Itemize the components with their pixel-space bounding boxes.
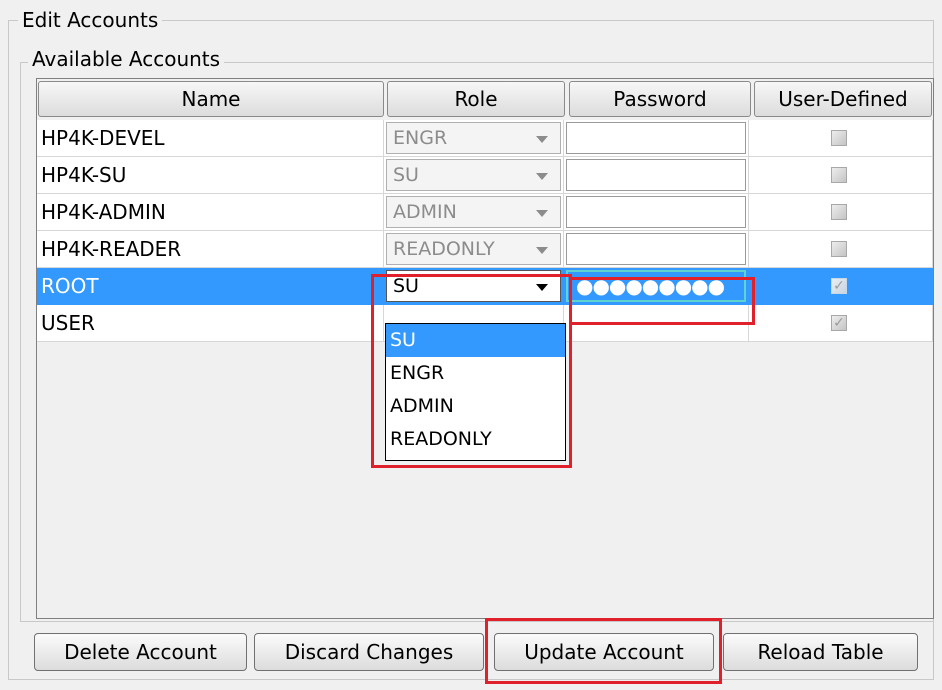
dropdown-arrow-icon	[536, 284, 548, 291]
role-dropdown-list: SU ENGR ADMIN READONLY	[385, 323, 566, 461]
user-defined-checkbox[interactable]: ✓	[831, 315, 847, 331]
update-account-button[interactable]: Update Account	[494, 633, 714, 671]
dropdown-arrow-icon	[536, 210, 548, 217]
account-name-cell[interactable]: ROOT	[37, 268, 384, 305]
password-field[interactable]	[566, 307, 746, 339]
role-option-engr[interactable]: ENGR	[386, 357, 565, 390]
role-combobox[interactable]: ADMIN	[386, 196, 561, 228]
table-row[interactable]: HP4K-SU SU	[37, 157, 933, 194]
table-row-selected[interactable]: ROOT SU ●●●●●●●●● ✓	[37, 268, 933, 305]
account-name-cell[interactable]: HP4K-READER	[37, 231, 384, 268]
dropdown-arrow-icon	[536, 136, 548, 143]
column-header-password[interactable]: Password	[569, 81, 751, 117]
role-combobox[interactable]: SU	[386, 159, 561, 191]
role-value: READONLY	[393, 238, 495, 260]
account-name-cell[interactable]: HP4K-SU	[37, 157, 384, 194]
role-value: ENGR	[393, 127, 448, 149]
role-option-admin[interactable]: ADMIN	[386, 390, 565, 423]
user-defined-checkbox[interactable]	[831, 167, 847, 183]
column-header-user-defined[interactable]: User-Defined	[754, 81, 932, 117]
user-defined-checkbox[interactable]	[831, 241, 847, 257]
column-header-role[interactable]: Role	[387, 81, 565, 117]
password-field[interactable]	[566, 159, 746, 191]
column-header-name[interactable]: Name	[38, 81, 384, 117]
password-field[interactable]	[566, 233, 746, 265]
role-option-su[interactable]: SU	[386, 324, 565, 357]
role-combobox[interactable]: READONLY	[386, 233, 561, 265]
user-defined-checkbox[interactable]: ✓	[831, 278, 847, 294]
role-combobox[interactable]: SU	[386, 270, 561, 302]
account-name-cell[interactable]: HP4K-ADMIN	[37, 194, 384, 231]
role-value: SU	[393, 275, 419, 297]
delete-account-button[interactable]: Delete Account	[34, 633, 247, 671]
password-field[interactable]: ●●●●●●●●●	[566, 270, 746, 302]
user-defined-checkbox[interactable]	[831, 204, 847, 220]
password-field[interactable]	[566, 122, 746, 154]
panel-title: Edit Accounts	[18, 8, 163, 32]
group-title: Available Accounts	[28, 47, 225, 71]
role-value: ADMIN	[393, 201, 457, 223]
role-value: SU	[393, 164, 419, 186]
role-option-readonly[interactable]: READONLY	[386, 423, 565, 456]
account-name-cell[interactable]: USER	[37, 305, 384, 342]
dropdown-arrow-icon	[536, 173, 548, 180]
account-name-cell[interactable]: HP4K-DEVEL	[37, 120, 384, 157]
reload-table-button[interactable]: Reload Table	[723, 633, 918, 671]
table-row[interactable]: HP4K-READER READONLY	[37, 231, 933, 268]
user-defined-checkbox[interactable]	[831, 130, 847, 146]
table-row[interactable]: HP4K-DEVEL ENGR	[37, 120, 933, 157]
password-field[interactable]	[566, 196, 746, 228]
dropdown-arrow-icon	[536, 247, 548, 254]
role-combobox[interactable]: ENGR	[386, 122, 561, 154]
discard-changes-button[interactable]: Discard Changes	[254, 633, 484, 671]
table-row[interactable]: HP4K-ADMIN ADMIN	[37, 194, 933, 231]
